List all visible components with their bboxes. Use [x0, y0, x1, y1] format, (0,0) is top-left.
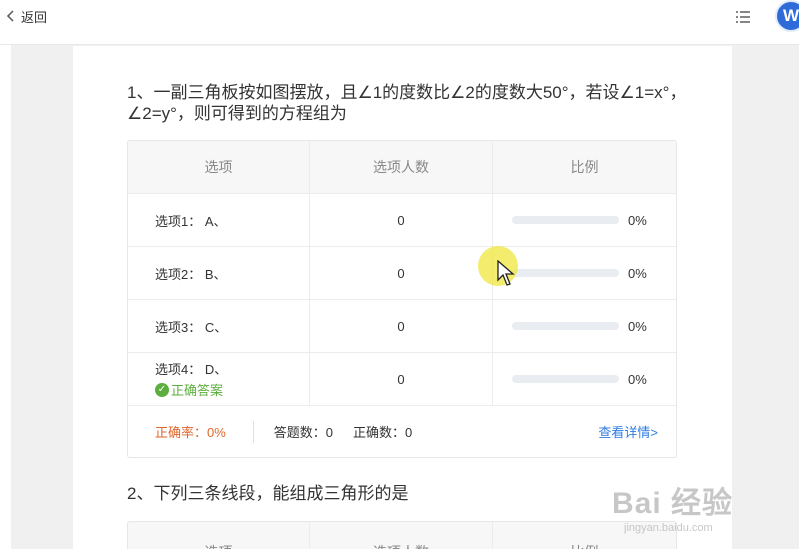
stats-footer: 正确率：0% 答题数：0 正确数：0 查看详情>: [128, 405, 676, 457]
question-1-table: 选项 选项人数 比例 选项1： A、 0 0% 选项2： B、 0 0% 选项3…: [127, 140, 677, 458]
ratio-cell: 0%: [493, 353, 676, 405]
question-2-title: 2、下列三条线段，能组成三角形的是: [127, 484, 409, 503]
avatar[interactable]: W: [775, 0, 799, 32]
correct-answer-badge: ✓ 正确答案: [155, 380, 227, 399]
mouse-pointer-icon: [497, 260, 515, 286]
header-count: 选项人数: [310, 522, 493, 549]
header-count: 选项人数: [310, 141, 493, 193]
ratio-cell: 0%: [493, 247, 676, 299]
watermark-logo: Bai 经验: [612, 487, 734, 520]
table-header: 选项 选项人数 比例: [128, 141, 676, 193]
ratio-bar: [512, 375, 619, 383]
table-row: 选项3： C、 0 0%: [128, 299, 676, 352]
menu-icon[interactable]: [735, 9, 751, 25]
table-row: 选项2： B、 0 0%: [128, 246, 676, 299]
header-ratio: 比例: [493, 141, 676, 193]
ratio-value: 0%: [628, 371, 647, 387]
option-cell: 选项4： D、 ✓ 正确答案: [128, 353, 310, 405]
ratio-bar: [512, 269, 619, 277]
ratio-value: 0%: [628, 265, 647, 281]
header-option: 选项: [128, 141, 310, 193]
chevron-left-icon: [6, 10, 14, 22]
correct-answer-label: 正确答案: [171, 383, 224, 398]
ratio-value: 0%: [628, 212, 647, 228]
header-option: 选项: [128, 522, 310, 549]
table-row: 选项4： D、 ✓ 正确答案 0 0%: [128, 352, 676, 405]
option-count: 0: [310, 300, 493, 352]
ratio-cell: 0%: [493, 194, 676, 246]
view-details-link[interactable]: 查看详情>: [598, 422, 658, 441]
option-label: 选项2： B、: [128, 247, 310, 299]
option-label: 选项3： C、: [128, 300, 310, 352]
ratio-cell: 0%: [493, 300, 676, 352]
question-card: 1、一副三角板按如图摆放，且∠1的度数比∠2的度数大50°，若设∠1=x°，∠2…: [73, 46, 732, 549]
option-label: 选项1： A、: [128, 194, 310, 246]
ratio-bar: [512, 216, 619, 224]
option-count: 0: [310, 194, 493, 246]
option-label: 选项4： D、: [155, 362, 228, 377]
top-bar: 返回 W: [0, 0, 799, 45]
answer-count: 答题数：0: [273, 425, 334, 440]
correct-count: 正确数：0: [353, 425, 413, 440]
option-count: 0: [310, 353, 493, 405]
back-button[interactable]: 返回: [6, 6, 47, 26]
left-gutter: [0, 0, 11, 549]
option-count: 0: [310, 247, 493, 299]
watermark: Bai 经验 jingyan.baidu.com: [612, 478, 762, 538]
question-2-table-header: 选项 选项人数 比例: [127, 521, 677, 549]
question-1-title: 1、一副三角板按如图摆放，且∠1的度数比∠2的度数大50°，若设∠1=x°，∠2…: [127, 83, 687, 123]
ratio-value: 0%: [628, 318, 647, 334]
correct-rate: 正确率：0%: [155, 425, 226, 440]
divider: [252, 420, 254, 443]
check-circle-icon: ✓: [155, 382, 169, 397]
watermark-url: jingyan.baidu.com: [624, 522, 713, 534]
ratio-bar: [512, 322, 619, 330]
back-label: 返回: [21, 9, 48, 25]
table-row: 选项1： A、 0 0%: [128, 193, 676, 246]
